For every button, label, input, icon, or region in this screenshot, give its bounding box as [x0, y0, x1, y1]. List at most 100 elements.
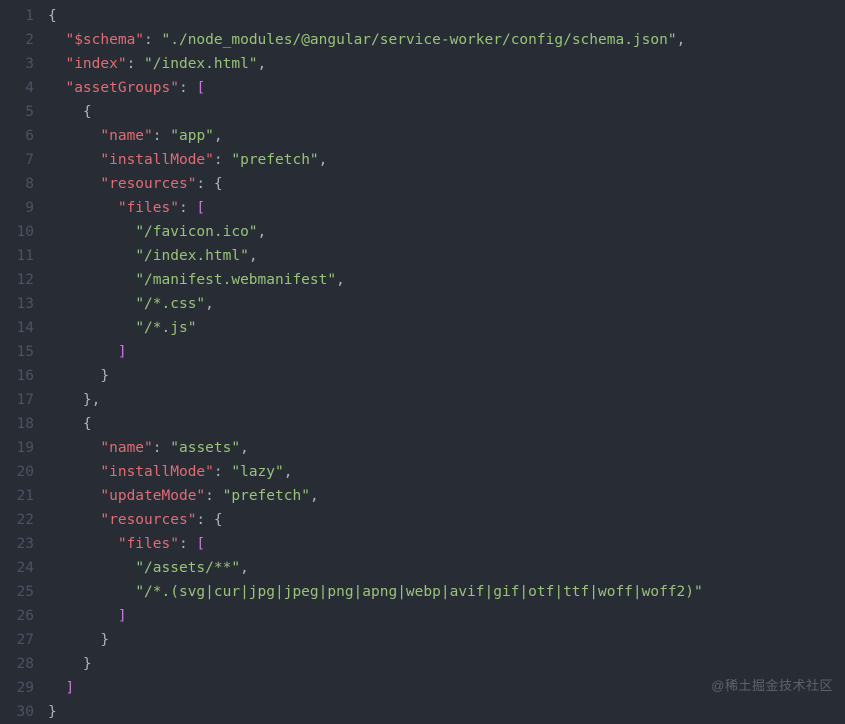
token-punct	[48, 464, 100, 480]
code-line: }	[48, 364, 845, 388]
token-brace: }	[100, 632, 109, 648]
token-punct: ,	[677, 32, 686, 48]
code-line: "files": [	[48, 196, 845, 220]
token-punct: :	[153, 128, 170, 144]
token-brace: {	[83, 104, 92, 120]
watermark-text: @稀土掘金技术社区	[711, 674, 833, 698]
line-number: 22	[0, 508, 34, 532]
token-punct	[48, 56, 65, 72]
token-punct: :	[144, 32, 161, 48]
token-key: "files"	[118, 536, 179, 552]
token-str: "lazy"	[231, 464, 283, 480]
token-punct: ,	[258, 56, 267, 72]
token-str: "prefetch"	[223, 488, 310, 504]
line-number: 9	[0, 196, 34, 220]
line-number: 30	[0, 700, 34, 724]
token-brace: }	[83, 392, 92, 408]
code-line: "assetGroups": [	[48, 76, 845, 100]
token-brace: }	[100, 368, 109, 384]
line-number: 14	[0, 316, 34, 340]
code-editor: 1234567891011121314151617181920212223242…	[0, 0, 845, 718]
token-punct: :	[196, 176, 213, 192]
code-line: "resources": {	[48, 172, 845, 196]
code-line: }	[48, 628, 845, 652]
line-number: 24	[0, 556, 34, 580]
token-str: "/*.css"	[135, 296, 205, 312]
line-number: 12	[0, 268, 34, 292]
token-key: "updateMode"	[100, 488, 205, 504]
token-key: "name"	[100, 128, 152, 144]
code-line: },	[48, 388, 845, 412]
code-line: "name": "app",	[48, 124, 845, 148]
line-number: 17	[0, 388, 34, 412]
token-key: "name"	[100, 440, 152, 456]
token-punct	[48, 248, 135, 264]
token-str: "prefetch"	[231, 152, 318, 168]
token-punct: ,	[336, 272, 345, 288]
token-punct: ,	[310, 488, 319, 504]
token-punct: :	[214, 152, 231, 168]
line-number: 10	[0, 220, 34, 244]
token-str: "/index.html"	[144, 56, 258, 72]
code-line: "installMode": "lazy",	[48, 460, 845, 484]
line-number: 18	[0, 412, 34, 436]
token-punct: :	[214, 464, 231, 480]
line-number: 21	[0, 484, 34, 508]
token-key: "resources"	[100, 176, 196, 192]
token-punct: ,	[240, 560, 249, 576]
token-bracket: [	[196, 80, 205, 96]
code-line: "updateMode": "prefetch",	[48, 484, 845, 508]
token-punct: ,	[214, 128, 223, 144]
token-punct: :	[205, 488, 222, 504]
code-line: "/assets/**",	[48, 556, 845, 580]
line-number: 27	[0, 628, 34, 652]
code-line: {	[48, 100, 845, 124]
line-number: 8	[0, 172, 34, 196]
token-punct	[48, 272, 135, 288]
line-number-gutter: 1234567891011121314151617181920212223242…	[0, 0, 48, 718]
code-line: "installMode": "prefetch",	[48, 148, 845, 172]
token-punct: ,	[319, 152, 328, 168]
token-punct	[48, 368, 100, 384]
line-number: 29	[0, 676, 34, 700]
code-content[interactable]: { "$schema": "./node_modules/@angular/se…	[48, 0, 845, 718]
token-punct	[48, 104, 83, 120]
line-number: 6	[0, 124, 34, 148]
token-punct: :	[153, 440, 170, 456]
token-punct: ,	[258, 224, 267, 240]
token-punct	[48, 584, 135, 600]
line-number: 26	[0, 604, 34, 628]
line-number: 13	[0, 292, 34, 316]
line-number: 3	[0, 52, 34, 76]
token-punct: :	[127, 56, 144, 72]
token-key: "installMode"	[100, 152, 214, 168]
line-number: 20	[0, 460, 34, 484]
token-punct	[48, 392, 83, 408]
code-line: ]	[48, 604, 845, 628]
token-key: "resources"	[100, 512, 196, 528]
token-punct	[48, 512, 100, 528]
token-punct: :	[179, 200, 196, 216]
token-punct	[48, 176, 100, 192]
token-brace: {	[83, 416, 92, 432]
token-punct	[48, 344, 118, 360]
token-str: "app"	[170, 128, 214, 144]
token-bracket: [	[196, 200, 205, 216]
token-bracket: ]	[118, 608, 127, 624]
token-punct: ,	[92, 392, 101, 408]
token-punct	[48, 536, 118, 552]
token-punct	[48, 560, 135, 576]
line-number: 28	[0, 652, 34, 676]
token-str: "assets"	[170, 440, 240, 456]
line-number: 1	[0, 4, 34, 28]
code-line: "resources": {	[48, 508, 845, 532]
code-line: "/*.css",	[48, 292, 845, 316]
token-str: "/*.js"	[135, 320, 196, 336]
code-line: "/index.html",	[48, 244, 845, 268]
token-str: "/manifest.webmanifest"	[135, 272, 336, 288]
code-line: "index": "/index.html",	[48, 52, 845, 76]
token-brace: {	[48, 8, 57, 24]
token-punct: ,	[205, 296, 214, 312]
token-punct: ,	[249, 248, 258, 264]
code-line: "/*.(svg|cur|jpg|jpeg|png|apng|webp|avif…	[48, 580, 845, 604]
